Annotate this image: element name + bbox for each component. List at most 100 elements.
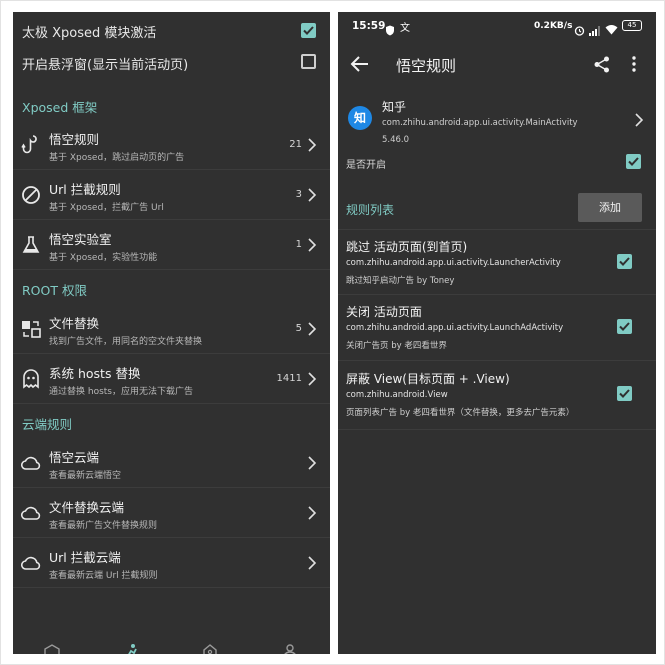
item-title: 系统 hosts 替换	[49, 366, 141, 381]
item-count: 3	[295, 189, 302, 200]
app-info-card[interactable]: 知 知乎 com.zhihu.android.app.ui.activity.M…	[338, 96, 656, 160]
cloud-icon	[19, 501, 43, 525]
xposed-active-row[interactable]: 太极 Xposed 模块激活	[13, 14, 330, 46]
shield-icon	[385, 21, 395, 40]
rule-item[interactable]: 屏蔽 View(目标页面 + .View) com.zhihu.android.…	[338, 362, 656, 430]
app-bar: 悟空规则	[338, 42, 656, 88]
app-avatar: 知	[348, 106, 372, 130]
rule-title: 屏蔽 View(目标页面 + .View)	[346, 372, 510, 386]
wifi-icon	[605, 20, 618, 39]
item-subtitle: 查看最新广告文件替换规则	[49, 521, 158, 531]
flask-icon	[19, 233, 43, 257]
section-xposed: Xposed 框架	[22, 100, 98, 115]
add-rule-button[interactable]: 添加	[578, 193, 642, 222]
status-bar: 15:59 文 0.2KB/s 45	[338, 12, 656, 42]
item-subtitle: 基于 Xposed，拦截广告 Url	[49, 203, 164, 213]
item-count: 21	[289, 139, 302, 150]
section-root: ROOT 权限	[22, 283, 87, 298]
app-version: 5.46.0	[382, 135, 410, 145]
rule-title: 跳过 活动页面(到首页)	[346, 240, 468, 254]
chevron-right-icon	[307, 137, 317, 153]
item-title: 悟空云端	[49, 450, 100, 465]
item-subtitle: 查看最新云端悟空	[49, 471, 122, 481]
rule-title: 关闭 活动页面	[346, 305, 422, 319]
nav-run-icon[interactable]	[123, 642, 141, 654]
item-count: 1411	[276, 373, 302, 384]
more-vert-icon[interactable]	[632, 56, 636, 76]
section-cloud: 云端规则	[22, 417, 73, 432]
notification-icon: 文	[400, 23, 410, 34]
list-item-url-block-cloud[interactable]: Url 拦截云端 查看最新云端 Url 拦截规则	[13, 538, 330, 588]
battery-icon: 45	[622, 20, 642, 31]
rule-detail-screen: 15:59 文 0.2KB/s 45 悟空规则 知 知乎 com.zhihu.a…	[338, 12, 656, 654]
rules-section-title: 规则列表	[346, 203, 395, 217]
list-item-file-replace[interactable]: 文件替换 找到广告文件，用同名的空文件夹替换 5	[13, 304, 330, 354]
item-count: 1	[295, 239, 302, 250]
ghost-icon	[19, 367, 43, 391]
rule-item[interactable]: 关闭 活动页面 com.zhihu.android.app.ui.activit…	[338, 295, 656, 361]
nav-home-icon[interactable]	[43, 642, 61, 654]
item-title: 悟空实验室	[49, 232, 112, 247]
bottom-navigation	[13, 640, 330, 654]
network-speed: 0.2KB/s	[534, 21, 573, 31]
list-item-hosts-replace[interactable]: 系统 hosts 替换 通过替换 hosts，应用无法下载广告 1411	[13, 354, 330, 404]
chevron-right-icon	[307, 371, 317, 387]
rule-activity: com.zhihu.android.app.ui.activity.Launch…	[346, 323, 564, 333]
item-title: Url 拦截云端	[49, 550, 121, 565]
alarm-icon	[574, 21, 585, 40]
floating-window-checkbox[interactable]	[301, 54, 316, 69]
chevron-right-icon	[307, 237, 317, 253]
rule-checkbox[interactable]	[617, 319, 632, 334]
chevron-right-icon	[307, 321, 317, 337]
rule-note: 跳过知乎启动广告 by Toney	[346, 276, 455, 286]
item-subtitle: 基于 Xposed，跳过启动页的广告	[49, 153, 185, 163]
status-time: 15:59	[352, 20, 386, 32]
list-item-wukong-rules[interactable]: 悟空规则 基于 Xposed，跳过启动页的广告 21	[13, 120, 330, 170]
share-icon[interactable]	[594, 56, 610, 77]
cloud-icon	[19, 551, 43, 575]
list-item-file-replace-cloud[interactable]: 文件替换云端 查看最新广告文件替换规则	[13, 488, 330, 538]
item-subtitle: 通过替换 hosts，应用无法下载广告	[49, 387, 193, 397]
back-arrow-icon[interactable]	[350, 55, 370, 77]
chevron-right-icon	[634, 112, 644, 128]
chevron-right-icon	[307, 555, 317, 571]
enabled-label: 是否开启	[346, 160, 386, 171]
file-swap-icon	[19, 317, 43, 341]
rule-checkbox[interactable]	[617, 254, 632, 269]
signal-icon	[589, 21, 601, 40]
enabled-checkbox[interactable]	[626, 154, 641, 169]
hook-icon	[19, 133, 43, 157]
item-title: 文件替换云端	[49, 500, 125, 515]
list-item-url-block-rules[interactable]: Url 拦截规则 基于 Xposed，拦截广告 Url 3	[13, 170, 330, 220]
item-subtitle: 找到广告文件，用同名的空文件夹替换	[49, 337, 203, 347]
app-package: com.zhihu.android.app.ui.activity.MainAc…	[382, 118, 578, 128]
rule-activity: com.zhihu.android.View	[346, 390, 448, 400]
chevron-right-icon	[307, 505, 317, 521]
rule-activity: com.zhihu.android.app.ui.activity.Launch…	[346, 258, 561, 268]
item-title: Url 拦截规则	[49, 182, 121, 197]
floating-window-row[interactable]: 开启悬浮窗(显示当前活动页)	[13, 46, 330, 78]
screenshot-frame: 太极 Xposed 模块激活 开启悬浮窗(显示当前活动页) Xposed 框架 …	[0, 0, 665, 665]
chevron-right-icon	[307, 455, 317, 471]
rule-note: 页面列表广告 by 老四看世界（文件替换，更多去广告元素）	[346, 408, 575, 418]
list-item-wukong-cloud[interactable]: 悟空云端 查看最新云端悟空	[13, 438, 330, 488]
app-name: 知乎	[382, 100, 407, 114]
page-title: 悟空规则	[396, 57, 457, 75]
xposed-active-checkbox[interactable]	[301, 23, 316, 38]
item-title: 悟空规则	[49, 132, 100, 147]
block-icon	[19, 183, 43, 207]
nav-profile-icon[interactable]	[281, 642, 299, 654]
item-count: 5	[295, 323, 302, 334]
xposed-active-label: 太极 Xposed 模块激活	[22, 26, 157, 41]
rule-checkbox[interactable]	[617, 386, 632, 401]
list-item-wukong-lab[interactable]: 悟空实验室 基于 Xposed，实验性功能 1	[13, 220, 330, 270]
chevron-right-icon	[307, 187, 317, 203]
nav-house-icon[interactable]	[201, 642, 219, 654]
floating-window-label: 开启悬浮窗(显示当前活动页)	[22, 58, 189, 73]
item-subtitle: 基于 Xposed，实验性功能	[49, 253, 158, 263]
rule-item[interactable]: 跳过 活动页面(到首页) com.zhihu.android.app.ui.ac…	[338, 229, 656, 295]
rule-note: 关闭广告页 by 老四看世界	[346, 341, 447, 351]
main-screen: 太极 Xposed 模块激活 开启悬浮窗(显示当前活动页) Xposed 框架 …	[13, 12, 330, 654]
cloud-icon	[19, 451, 43, 475]
item-title: 文件替换	[49, 316, 100, 331]
